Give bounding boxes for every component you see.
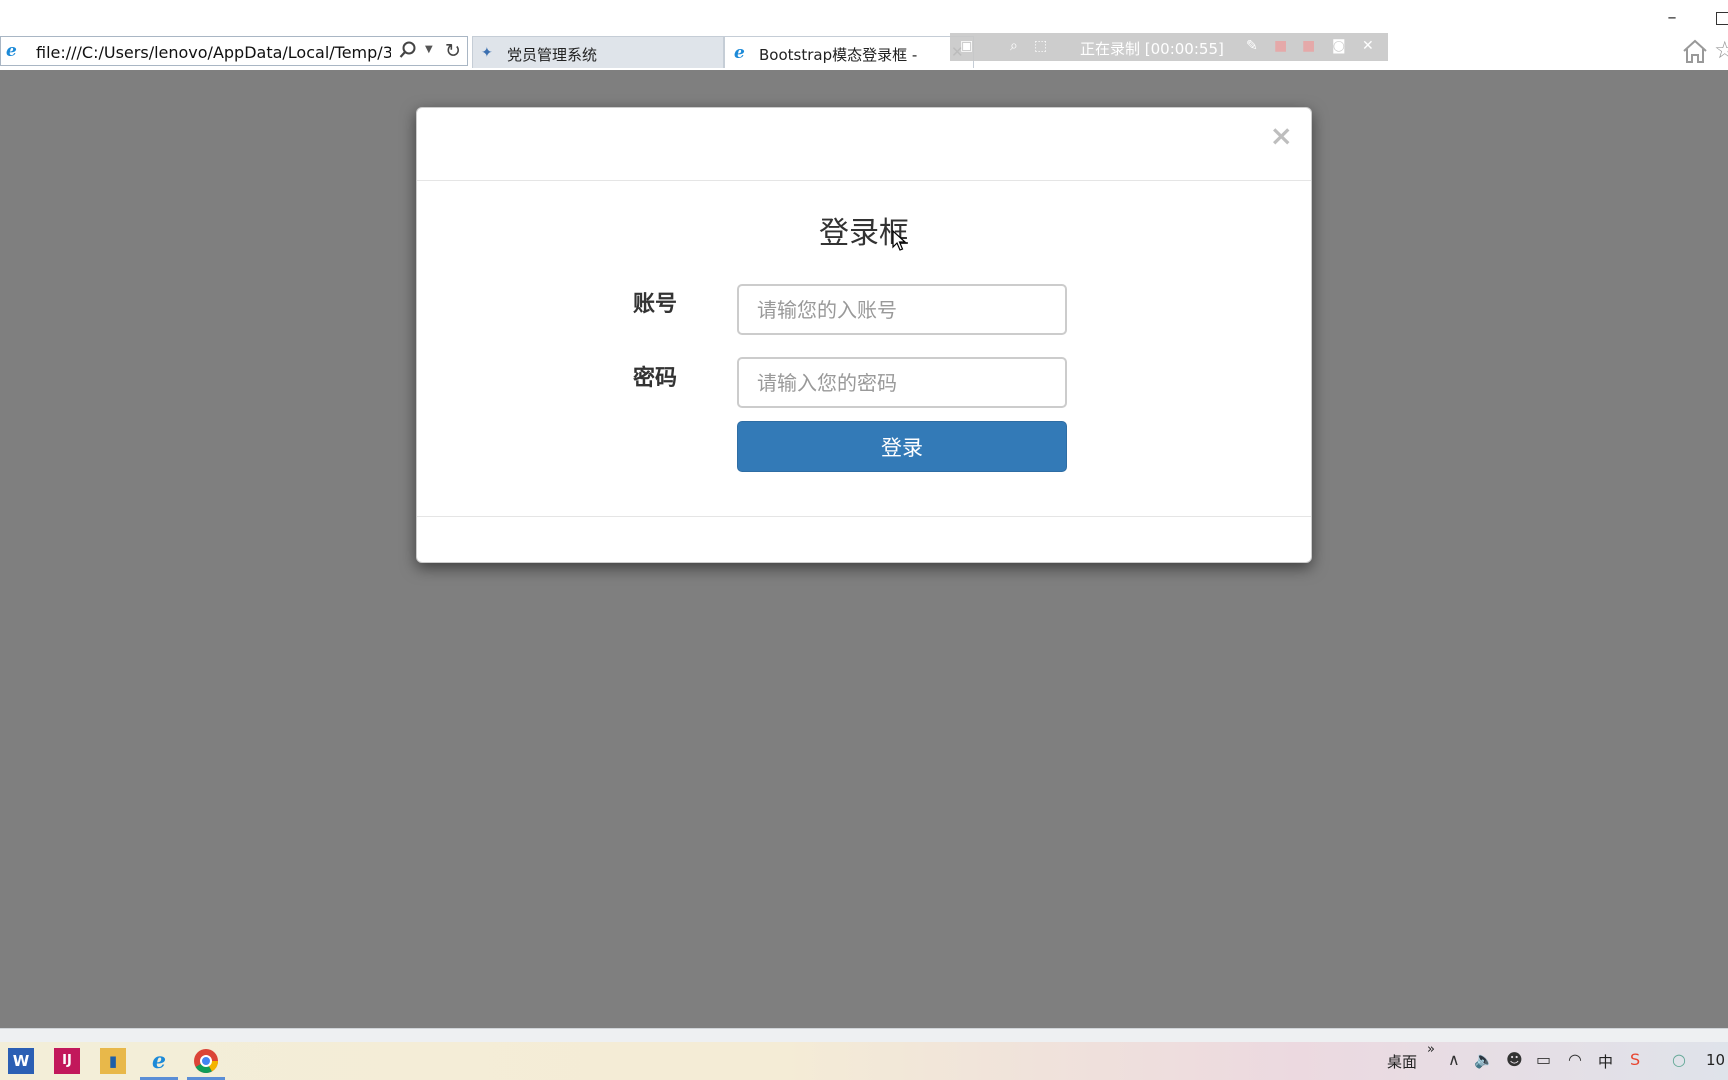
record-stop-icon[interactable]: ■: [1274, 38, 1287, 54]
volume-icon[interactable]: 🔈: [1474, 1050, 1494, 1069]
maximize-button[interactable]: [1716, 12, 1728, 25]
wifi-icon[interactable]: ◠: [1568, 1050, 1582, 1069]
chevron-down-icon[interactable]: ▼: [425, 44, 433, 55]
site-favicon-icon: ✦: [481, 45, 493, 61]
clock[interactable]: 10: [1706, 1051, 1725, 1069]
account-label: 账号: [632, 292, 677, 317]
close-icon[interactable]: ✕: [1362, 38, 1374, 54]
desktop-toolbar-label[interactable]: 桌面: [1387, 1051, 1417, 1072]
window-bottom-strip: [0, 1028, 1728, 1043]
recorder-icon[interactable]: ▣: [960, 38, 973, 54]
modal-footer: [417, 516, 1311, 562]
crop-icon[interactable]: ⬚: [1034, 38, 1047, 54]
tab-party-management[interactable]: ✦ 党员管理系统: [472, 36, 724, 68]
camera-icon[interactable]: ◙: [1332, 38, 1346, 54]
zoom-icon[interactable]: ⌕: [1010, 38, 1018, 54]
address-bar[interactable]: e file:///C:/Users/lenovo/AppData/Local/…: [0, 36, 468, 66]
favorites-star-icon[interactable]: ☆: [1714, 38, 1728, 62]
password-label: 密码: [632, 366, 677, 391]
taskbar: W IJ ▮ e 桌面 » ∧ 🔈 ☻ ▭ ◠ 中 S ○ 10: [0, 1042, 1728, 1080]
page-viewport: × 登录框 账号 密码 登录: [0, 70, 1728, 1028]
recording-status: 正在录制 [00:00:55]: [1080, 40, 1224, 58]
chevron-up-icon[interactable]: ∧: [1448, 1050, 1460, 1069]
login-modal: × 登录框 账号 密码 登录: [416, 107, 1312, 563]
tab-label: Bootstrap模态登录框 -: [759, 46, 918, 64]
ime-indicator[interactable]: 中: [1598, 1051, 1613, 1072]
screen: – e file:///C:/Users/lenovo/AppData/Loca…: [0, 0, 1728, 1080]
intellij-icon[interactable]: IJ: [54, 1048, 80, 1074]
refresh-icon[interactable]: ↻: [445, 40, 461, 62]
modal-close-button[interactable]: ×: [1270, 122, 1293, 150]
address-url[interactable]: file:///C:/Users/lenovo/AppData/Local/Te…: [36, 43, 391, 62]
record-pause-icon[interactable]: ■: [1302, 38, 1315, 54]
toolbar-chevron[interactable]: »: [1427, 1042, 1435, 1057]
ie-icon: e: [734, 43, 745, 63]
assistant-icon[interactable]: ○: [1672, 1050, 1686, 1069]
battery-icon[interactable]: ▭: [1536, 1050, 1551, 1069]
browser-chrome: – e file:///C:/Users/lenovo/AppData/Loca…: [0, 0, 1728, 70]
pen-icon[interactable]: ✎: [1246, 38, 1258, 54]
login-button[interactable]: 登录: [737, 421, 1067, 472]
home-icon[interactable]: [1681, 38, 1709, 64]
qq-icon[interactable]: ☻: [1506, 1050, 1523, 1069]
sogou-icon[interactable]: S: [1630, 1050, 1640, 1069]
tab-label: 党员管理系统: [507, 46, 598, 64]
password-input[interactable]: [737, 357, 1067, 408]
ie-icon: e: [6, 41, 17, 61]
search-icon[interactable]: [399, 41, 417, 59]
chrome-icon[interactable]: [193, 1048, 219, 1074]
tab-bootstrap-modal[interactable]: e Bootstrap模态登录框 - ✕: [724, 36, 974, 68]
screen-recorder-toolbar: ▣ ⌕ ⬚ 正在录制 [00:00:55] ✎ ■ ■ ◙ ✕: [950, 33, 1388, 61]
modal-header: ×: [417, 108, 1311, 181]
ie-icon[interactable]: e: [146, 1048, 172, 1074]
file-explorer-icon[interactable]: ▮: [100, 1048, 126, 1074]
account-input[interactable]: [737, 284, 1067, 335]
word-icon[interactable]: W: [8, 1048, 34, 1074]
minimize-button[interactable]: –: [1660, 8, 1684, 28]
mouse-cursor-icon: [892, 230, 906, 251]
modal-title: 登录框: [819, 216, 909, 251]
